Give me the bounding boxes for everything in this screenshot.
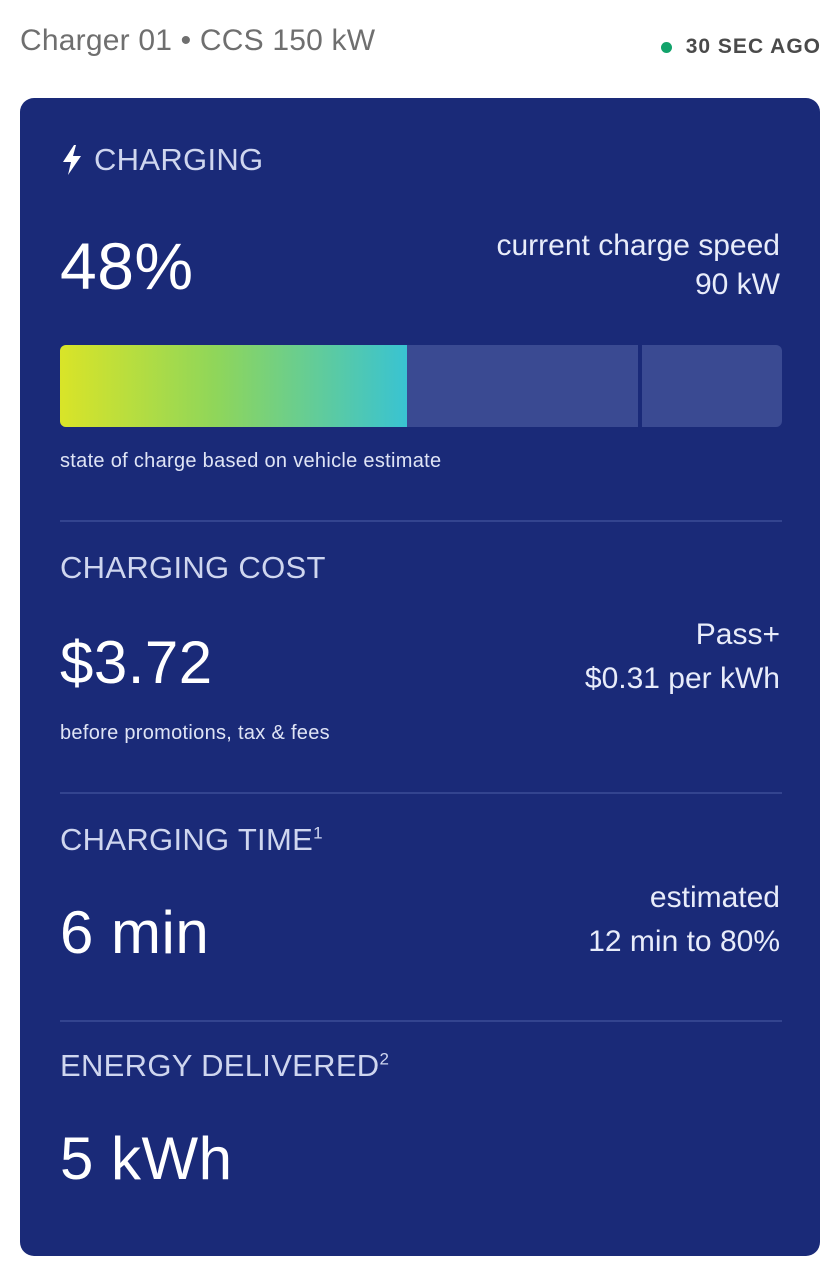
time-estimate: estimated 12 min to 80%: [588, 876, 780, 963]
energy-delivered-label-text: ENERGY DELIVERED: [60, 1048, 380, 1083]
charge-percent: 48%: [60, 229, 194, 303]
charging-state-label: CHARGING: [94, 142, 264, 177]
footnote-marker: 1: [313, 823, 323, 843]
estimate-value: 12 min to 80%: [588, 924, 780, 958]
charger-title: Charger 01 • CCS 150 kW: [20, 24, 376, 57]
charging-status: CHARGING: [62, 142, 263, 178]
divider: [60, 1020, 782, 1022]
divider: [60, 520, 782, 522]
status-dot-icon: [660, 41, 672, 53]
progress-track-segment: [642, 345, 782, 427]
charge-speed-label: current charge speed: [496, 229, 780, 262]
charger-header: Charger 01 • CCS 150 kW 30 SEC AGO: [0, 0, 837, 96]
energy-delivered-label: ENERGY DELIVERED2: [60, 1048, 389, 1084]
charge-speed: current charge speed 90 kW: [496, 226, 780, 304]
charge-bar-note: state of charge based on vehicle estimat…: [60, 450, 442, 472]
footnote-marker: 2: [379, 1049, 390, 1069]
bolt-icon: [63, 145, 81, 175]
plan-name: Pass+: [695, 618, 780, 651]
charging-cost-label: CHARGING COST: [60, 550, 326, 585]
progress-fill: [60, 345, 407, 427]
charging-cost-value: $3.72: [60, 629, 213, 696]
pricing-plan: Pass+ $0.31 per kWh: [585, 613, 780, 700]
plan-rate: $0.31 per kWh: [584, 661, 780, 695]
charge-progress-bar: [60, 345, 782, 427]
charging-session-card: CHARGING 48% current charge speed 90 kW …: [20, 98, 820, 1256]
charge-speed-value: 90 kW: [694, 268, 780, 301]
energy-delivered-value: 5 kWh: [60, 1125, 233, 1192]
last-updated-text: 30 SEC AGO: [685, 35, 821, 58]
status-indicator: 30 SEC AGO: [660, 35, 821, 59]
estimate-label: estimated: [649, 881, 780, 914]
charging-time-value: 6 min: [60, 899, 210, 966]
cost-note: before promotions, tax & fees: [60, 722, 330, 744]
charging-time-label-text: CHARGING TIME: [60, 822, 314, 857]
charging-time-label: CHARGING TIME1: [60, 822, 323, 858]
divider: [60, 792, 782, 794]
